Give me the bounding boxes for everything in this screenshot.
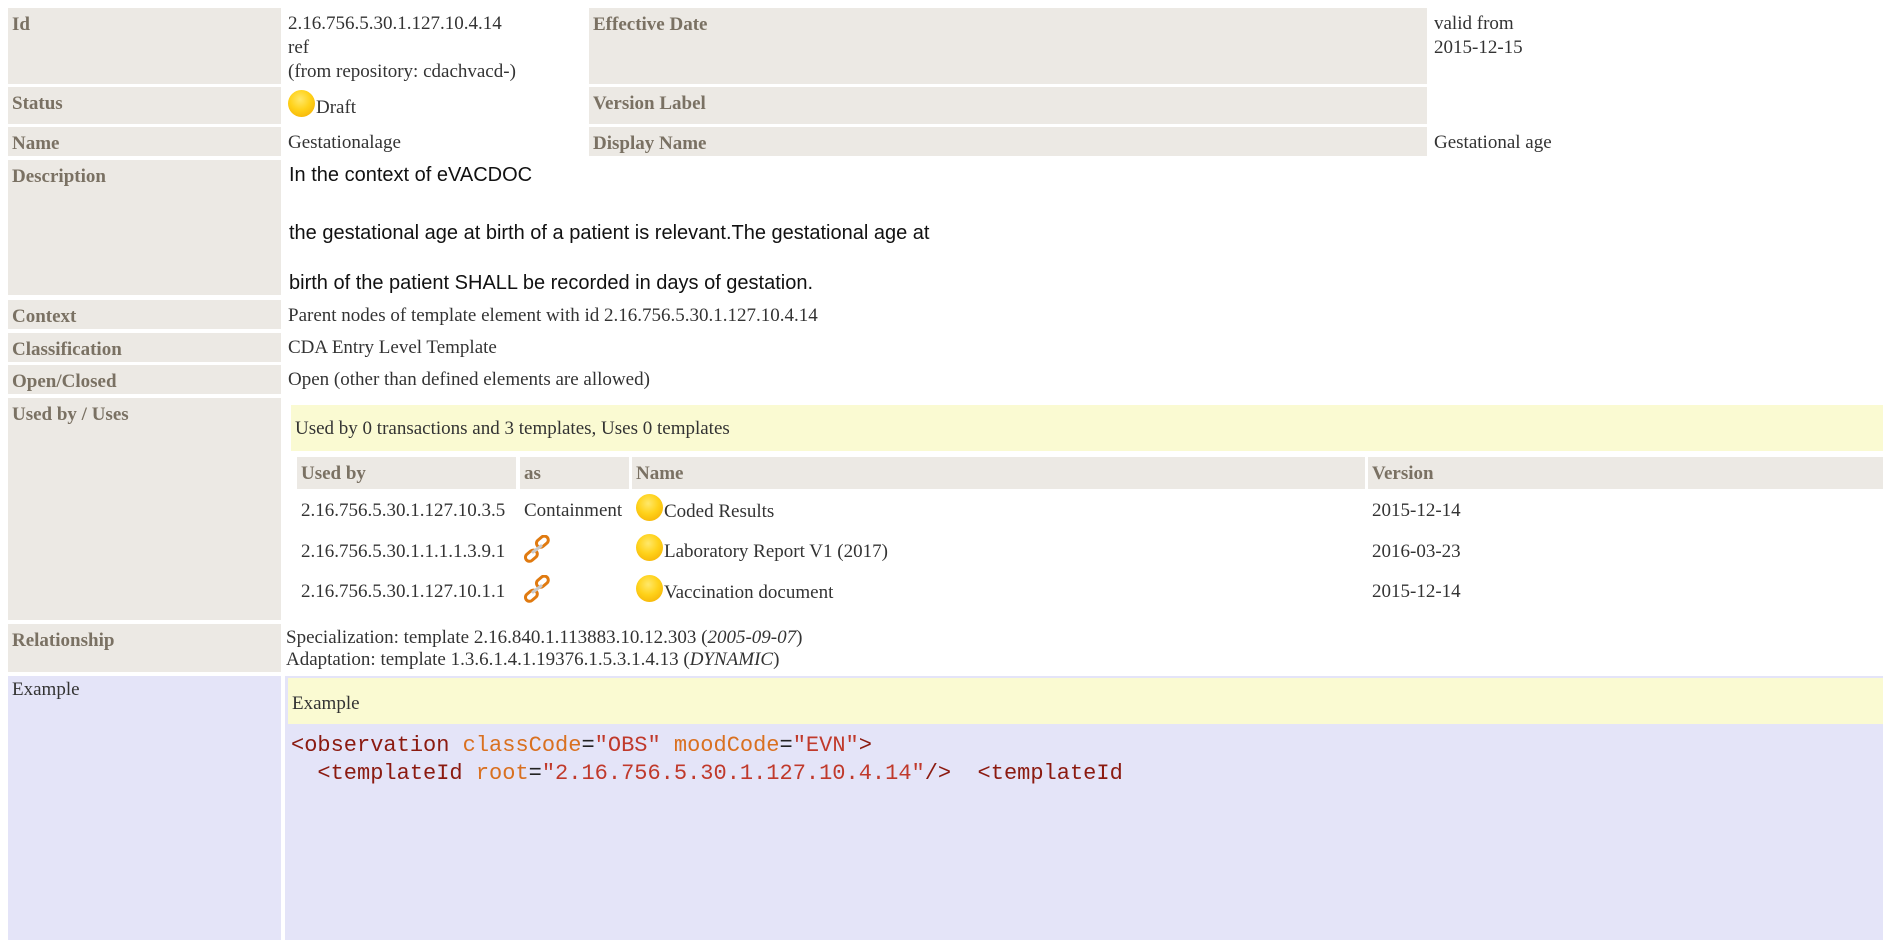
paren-close: ) (796, 627, 803, 648)
classification-label: Classification (8, 333, 281, 362)
specialization-text: Specialization: template 2.16.840.1.1138… (286, 627, 708, 648)
display-name-value: Gestational age (1434, 132, 1552, 153)
specialization-line: Specialization: template 2.16.840.1.1138… (286, 627, 802, 649)
col-version: Version (1368, 457, 1883, 489)
usedby-row-1-id: 2.16.756.5.30.1.127.10.3.5 (301, 500, 506, 521)
status-draft-icon (636, 575, 663, 602)
id-label: Id (8, 8, 281, 84)
context-value: Parent nodes of template element with id… (288, 305, 818, 326)
usedby-row-2-name[interactable]: Laboratory Report V1 (2017) (636, 534, 888, 563)
classification-value: CDA Entry Level Template (288, 337, 497, 358)
status-value: Draft (288, 90, 356, 119)
usedby-row-2-version: 2016-03-23 (1372, 541, 1461, 562)
usedby-row-2-id: 2.16.756.5.30.1.1.1.1.3.9.1 (301, 541, 506, 562)
relationship-value: Specialization: template 2.16.840.1.1138… (286, 627, 802, 671)
repository-text: (from repository: cdachvacd-) (288, 61, 516, 82)
valid-from-text: valid from (1434, 13, 1514, 34)
usedby-row-1-version: 2015-12-14 (1372, 500, 1461, 521)
template-id: 2.16.756.5.30.1.127.10.4.14 (288, 13, 502, 34)
status-draft-icon (288, 90, 315, 117)
specialization-date: 2005-09-07 (707, 627, 797, 648)
example-content: Example <observation classCode="OBS" moo… (285, 676, 1883, 940)
template-name-link[interactable]: Vaccination document (664, 582, 833, 603)
status-draft-icon (636, 494, 663, 521)
template-name-link[interactable]: Laboratory Report V1 (2017) (664, 541, 888, 562)
adaptation-text: Adaptation: template 1.3.6.1.4.1.19376.1… (286, 649, 690, 670)
usedby-row-3-id: 2.16.756.5.30.1.127.10.1.1 (301, 581, 506, 602)
col-as: as (520, 457, 629, 489)
usedby-row-1-name[interactable]: Coded Results (636, 494, 774, 523)
version-label: Version Label (589, 87, 1427, 124)
open-closed-label: Open/Closed (8, 365, 281, 394)
status-draft-icon (636, 534, 663, 561)
description-line-1: In the context of eVACDOC (289, 164, 533, 186)
relationship-label: Relationship (8, 624, 281, 672)
example-label: Example (12, 679, 80, 700)
description-label: Description (8, 160, 281, 295)
example-header: Example (292, 693, 360, 714)
usedby-row-3-version: 2015-12-14 (1372, 581, 1461, 602)
template-name-link[interactable]: Coded Results (664, 501, 774, 522)
adaptation-line: Adaptation: template 1.3.6.1.4.1.19376.1… (286, 649, 802, 671)
link-icon[interactable] (522, 535, 552, 565)
link-icon[interactable] (522, 575, 552, 605)
open-closed-value: Open (other than defined elements are al… (288, 369, 650, 390)
example-label-cell: Example (8, 676, 281, 940)
col-used-by: Used by (297, 457, 516, 489)
valid-from-date: 2015-12-15 (1434, 37, 1523, 58)
name-value: Gestationalage (288, 132, 401, 153)
id-value-block: 2.16.756.5.30.1.127.10.4.14 ref (from re… (288, 12, 583, 84)
adaptation-version: DYNAMIC (689, 649, 774, 670)
code-line-2: <templateId root="2.16.756.5.30.1.127.10… (317, 761, 1123, 786)
usedby-row-1-as: Containment (524, 500, 623, 521)
effective-date-label: Effective Date (589, 8, 1427, 84)
ref-text: ref (288, 37, 310, 58)
status-text: Draft (316, 97, 357, 118)
used-by-summary: Used by 0 transactions and 3 templates, … (295, 418, 730, 439)
description-line-2: the gestational age at birth of a patien… (289, 222, 930, 244)
used-by-uses-label: Used by / Uses (8, 398, 281, 620)
description-line-3: birth of the patient SHALL be recorded i… (289, 272, 814, 294)
paren-close: ) (773, 649, 780, 670)
context-label: Context (8, 300, 281, 329)
code-line-1: <observation classCode="OBS" moodCode="E… (291, 733, 872, 758)
example-header-bar: Example (288, 678, 1883, 724)
example-code: <observation classCode="OBS" moodCode="E… (291, 732, 1123, 788)
used-by-summary-bar: Used by 0 transactions and 3 templates, … (291, 405, 1883, 451)
name-label: Name (8, 127, 281, 156)
display-name-label: Display Name (589, 127, 1427, 156)
status-label: Status (8, 87, 281, 124)
col-name: Name (632, 457, 1365, 489)
usedby-row-3-name[interactable]: Vaccination document (636, 575, 833, 604)
effective-date-value: valid from 2015-12-15 (1434, 12, 1874, 60)
